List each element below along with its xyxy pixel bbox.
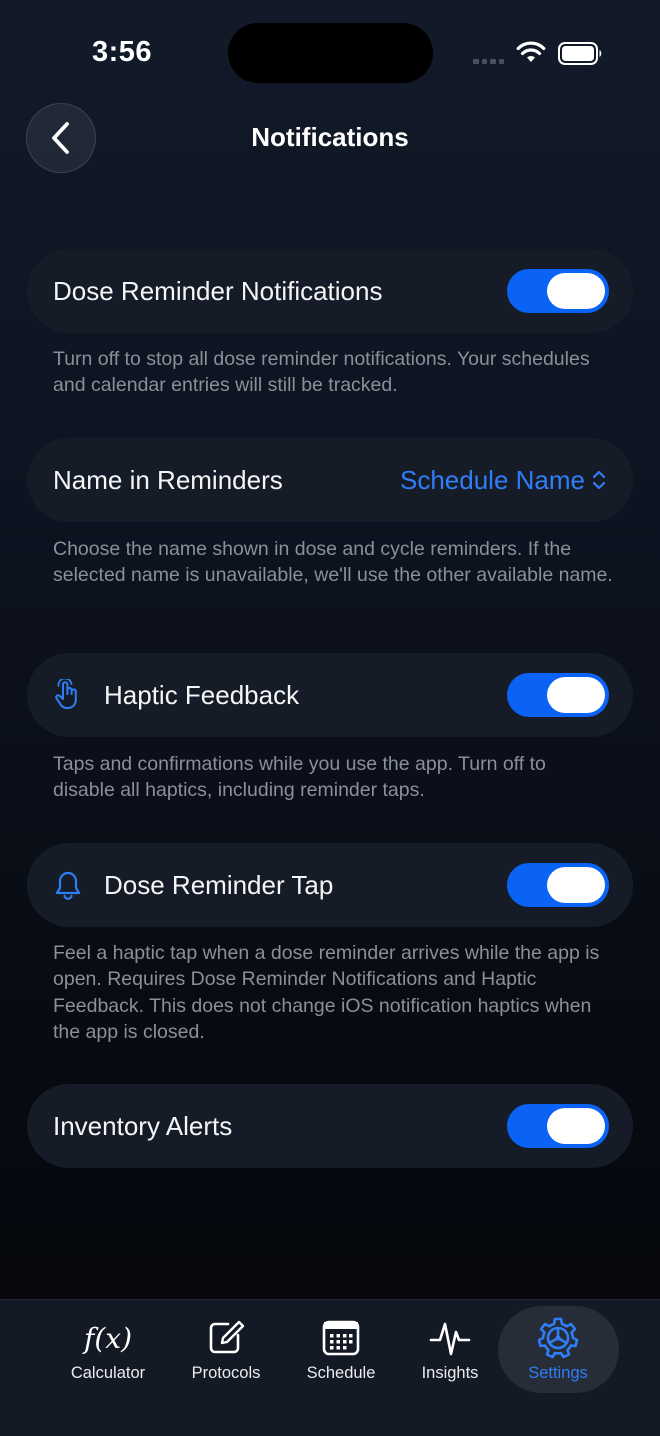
toggle-knob: [547, 1108, 605, 1144]
dose-reminder-tap-row: Dose Reminder Tap: [27, 843, 633, 927]
bell-icon: [55, 871, 81, 900]
tab-label: Protocols: [191, 1364, 261, 1382]
page-title: Notifications: [251, 122, 409, 152]
tab-label: Settings: [528, 1364, 588, 1382]
dose-reminder-notifications-row: Dose Reminder Notifications: [27, 249, 633, 333]
name-in-reminders-value: Schedule Name: [400, 464, 585, 495]
hand-tap-icon: [55, 679, 77, 709]
dose-reminder-notifications-toggle[interactable]: [507, 269, 609, 313]
name-in-reminders-caption: Choose the name shown in dose and cycle …: [53, 538, 613, 587]
name-in-reminders-row: Name in Reminders Schedule Name: [27, 438, 633, 522]
toggle-knob: [547, 273, 605, 309]
cellular-signal-icon: [473, 56, 505, 64]
name-in-reminders-picker[interactable]: Schedule Name: [400, 438, 607, 522]
inventory-alerts-row: Inventory Alerts: [27, 1084, 633, 1168]
dose-reminder-tap-label: Dose Reminder Tap: [104, 870, 334, 900]
dose-reminder-tap-caption: Feel a haptic tap when a dose reminder a…: [53, 942, 600, 1043]
edit-icon: [166, 1318, 286, 1358]
tab-schedule[interactable]: Schedule: [281, 1300, 401, 1392]
function-icon: f(x): [83, 1321, 132, 1355]
tab-label: Schedule: [306, 1364, 376, 1382]
haptic-feedback-row: Haptic Feedback: [27, 653, 633, 737]
dynamic-island: [228, 23, 433, 83]
name-in-reminders-label: Name in Reminders: [53, 465, 283, 495]
inventory-alerts-toggle[interactable]: [507, 1104, 609, 1148]
chevron-up-down-icon: [592, 470, 606, 490]
tab-protocols[interactable]: Protocols: [166, 1300, 286, 1392]
dose-reminder-tap-toggle[interactable]: [507, 863, 609, 907]
status-time: 3:56: [92, 36, 153, 68]
gear-icon: [498, 1317, 618, 1359]
tab-bar: f(x) Calculator Protocols Schedule Insig…: [0, 1299, 660, 1436]
haptic-feedback-caption: Taps and confirmations while you use the…: [53, 753, 546, 802]
pulse-icon: [390, 1318, 510, 1358]
wifi-icon: [516, 41, 546, 62]
haptic-feedback-toggle[interactable]: [507, 673, 609, 717]
toggle-knob: [547, 677, 605, 713]
battery-icon: [558, 42, 602, 65]
dose-reminder-notifications-label: Dose Reminder Notifications: [53, 276, 383, 306]
tab-label: Insights: [421, 1364, 479, 1382]
dose-reminder-notifications-caption: Turn off to stop all dose reminder notif…: [53, 348, 590, 397]
tab-settings[interactable]: Settings: [498, 1300, 618, 1392]
haptic-feedback-label: Haptic Feedback: [104, 680, 300, 710]
calendar-icon: [281, 1318, 401, 1358]
tab-insights[interactable]: Insights: [390, 1300, 510, 1392]
inventory-alerts-label: Inventory Alerts: [53, 1111, 233, 1141]
toggle-knob: [547, 867, 605, 903]
tab-calculator[interactable]: f(x) Calculator: [48, 1300, 168, 1392]
tab-label: Calculator: [70, 1364, 146, 1382]
